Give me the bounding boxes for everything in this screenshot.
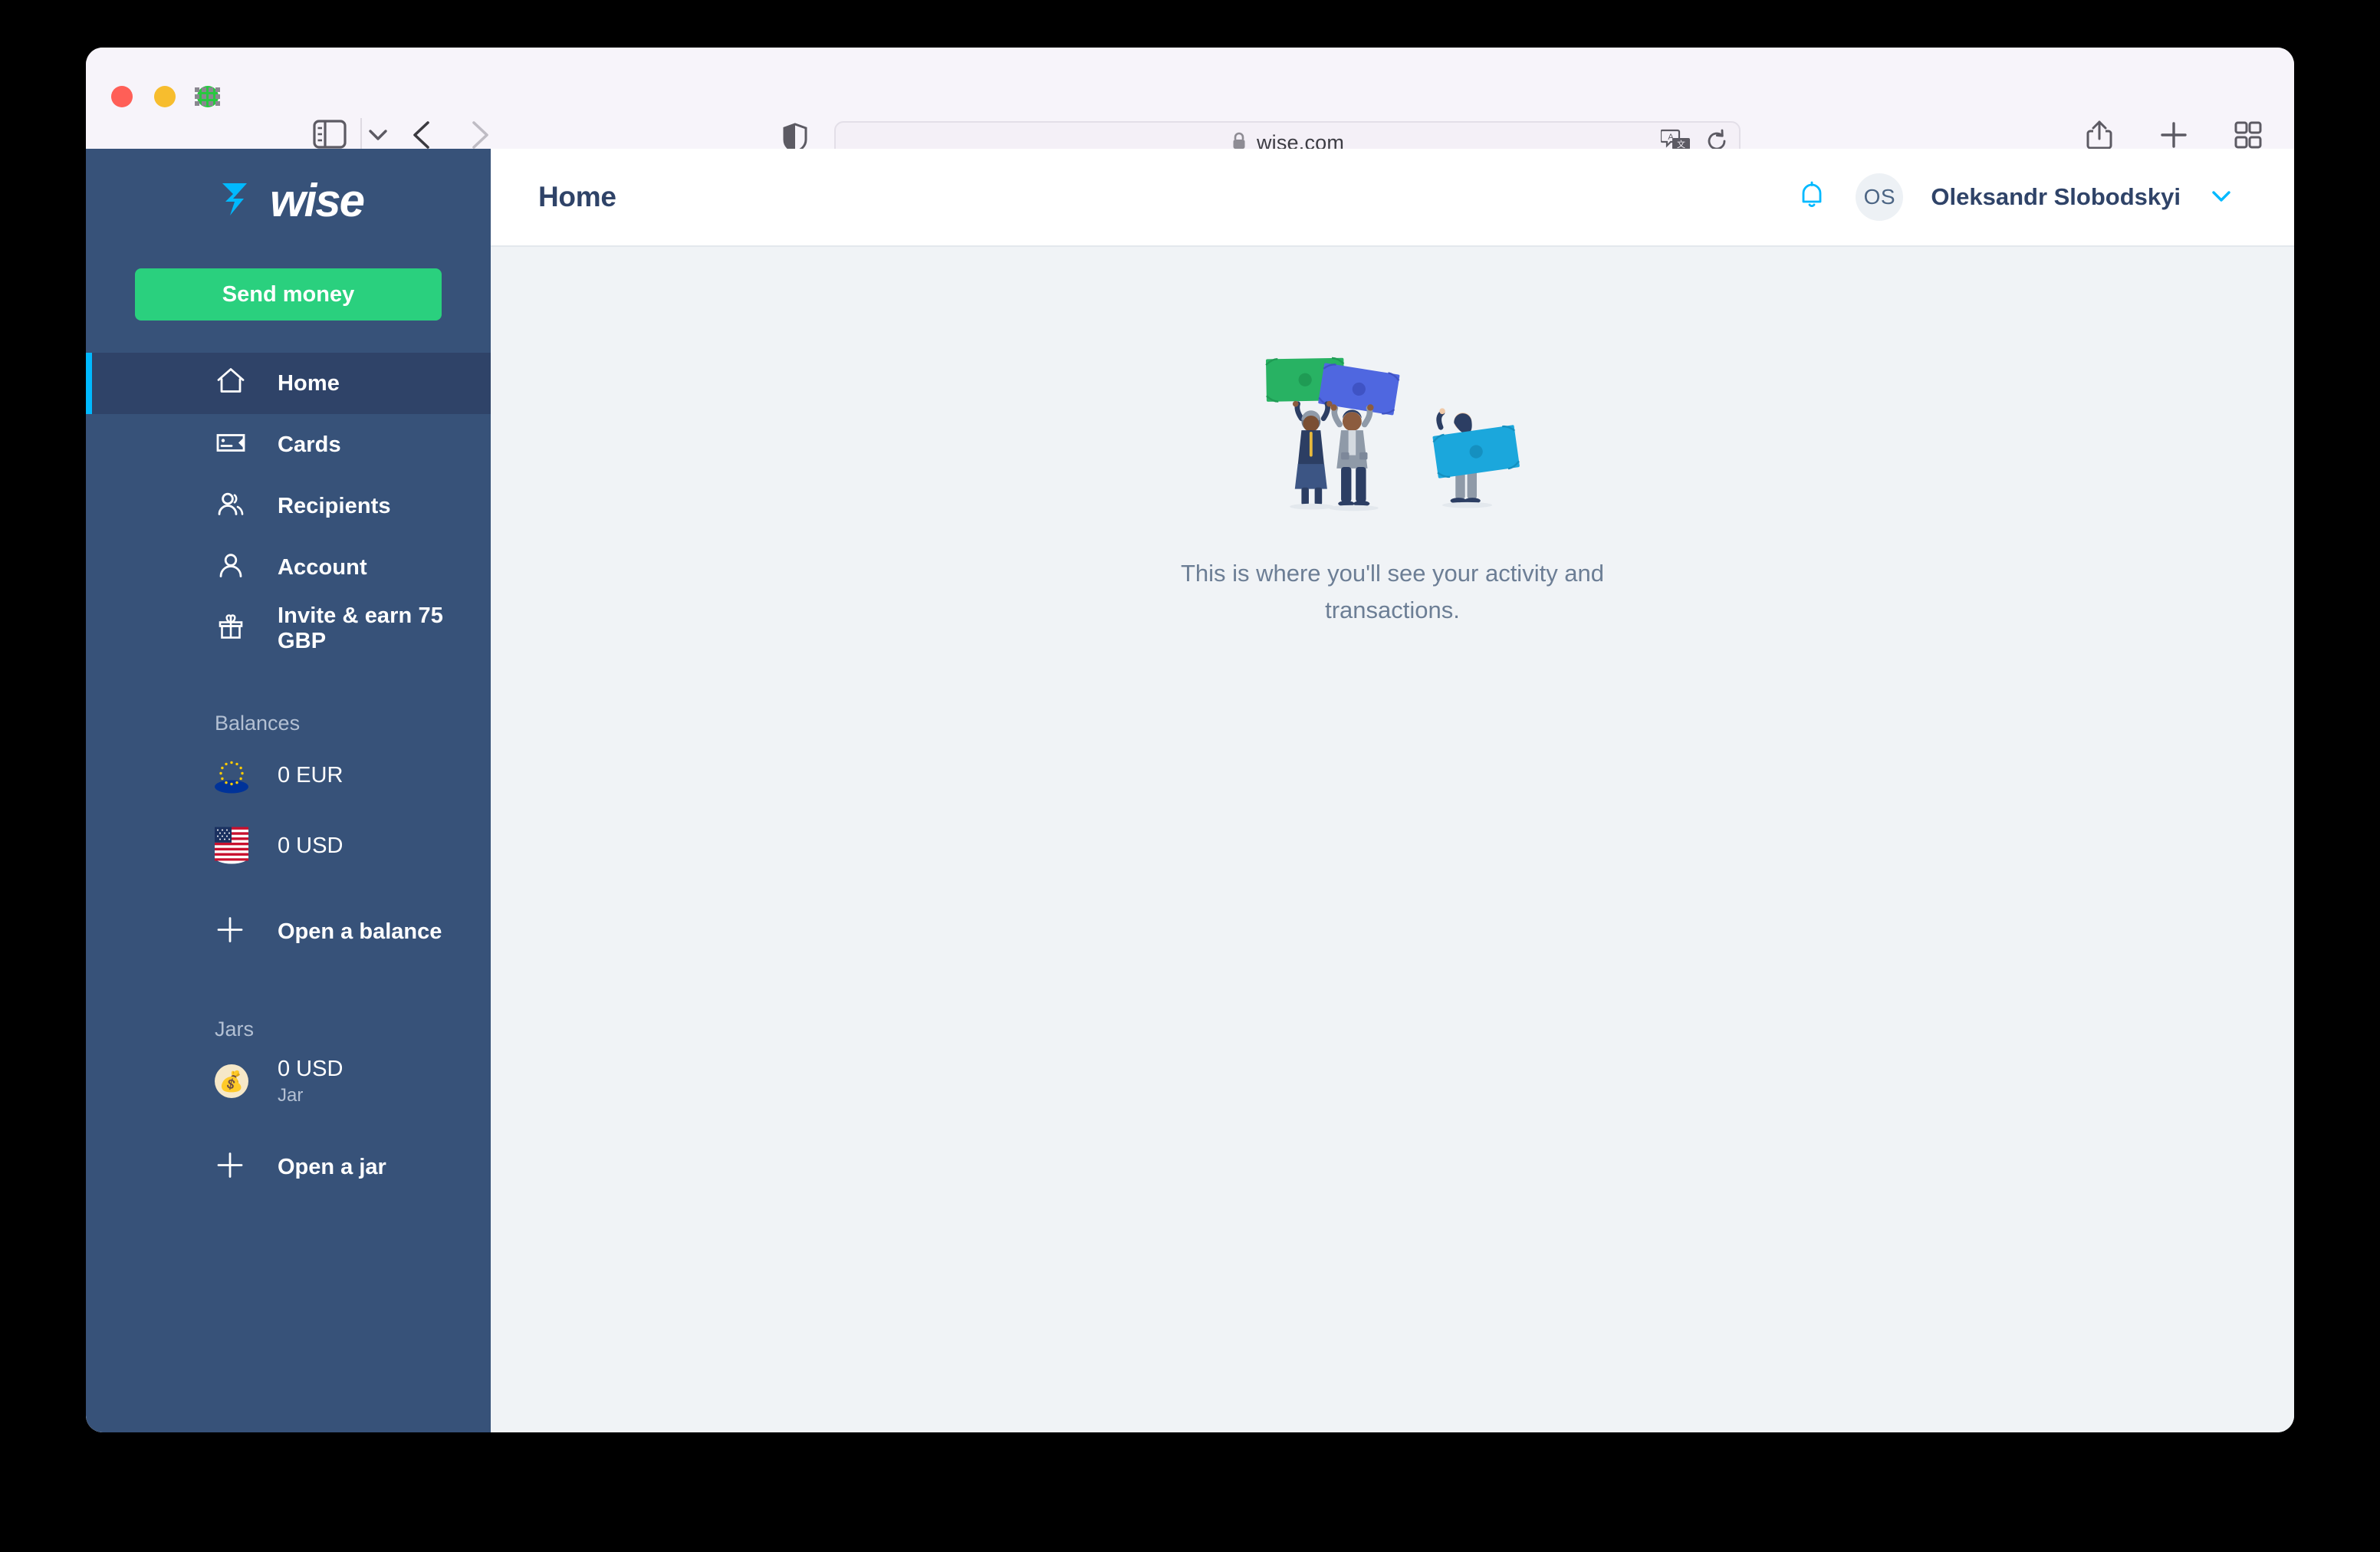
empty-state-text: This is where you'll see your activity a… (1180, 560, 1605, 624)
page-viewport: wise Send money Home Cards Recipients Ac… (86, 149, 2294, 1432)
people-icon (215, 488, 247, 524)
sidebar-item-label: Invite & earn 75 GBP (278, 603, 443, 653)
send-money-button[interactable]: Send money (135, 268, 442, 321)
page-title: Home (538, 181, 616, 212)
app-header: Home OS Oleksandr Slobodskyi (491, 149, 2294, 247)
jar-amount: 0 USD (278, 1056, 344, 1081)
balance-item-usd[interactable]: 0 USD (86, 811, 491, 881)
money-bag-icon: 💰 (215, 1064, 248, 1098)
user-name[interactable]: Oleksandr Slobodskyi (1931, 183, 2181, 211)
sidebar-item-home[interactable]: Home (86, 353, 491, 414)
balance-amount: 0 USD (278, 833, 344, 858)
close-window-button[interactable] (111, 86, 133, 107)
plus-icon (215, 1150, 245, 1185)
notification-bell-icon[interactable] (1796, 179, 1828, 216)
gift-icon (215, 611, 247, 647)
card-icon (215, 427, 247, 463)
sidebar-item-cards[interactable]: Cards (86, 414, 491, 475)
person-icon (215, 550, 247, 586)
browser-window: wise.com A 文 wise Send money Home Cards … (86, 48, 2294, 1432)
balances-section-label: Balances (215, 712, 301, 735)
svg-text:文: 文 (1677, 139, 1685, 150)
jars-section-label: Jars (215, 1018, 255, 1041)
chevron-down-icon[interactable] (2208, 185, 2234, 210)
app-sidebar: wise Send money Home Cards Recipients Ac… (86, 149, 491, 1432)
wise-logo[interactable]: wise (86, 149, 491, 235)
sidebar-item-invite-and-earn[interactable]: Invite & earn 75 GBP (86, 598, 491, 659)
avatar[interactable]: OS (1856, 173, 1904, 221)
toolbar-divider (360, 118, 362, 152)
main-area: Home OS Oleksandr Slobodskyi This is whe… (491, 149, 2294, 1432)
sidebar-item-account[interactable]: Account (86, 537, 491, 598)
plus-icon (215, 915, 245, 949)
favorites-grid-icon[interactable] (195, 87, 221, 111)
activity-empty-state: This is where you'll see your activity a… (491, 247, 2294, 1432)
open-a-balance-label: Open a balance (278, 919, 442, 944)
balance-item-eur[interactable]: 0 EUR (86, 740, 491, 811)
sidebar-item-recipients[interactable]: Recipients (86, 475, 491, 537)
wise-wordmark: wise (269, 174, 365, 226)
balance-amount: 0 EUR (278, 762, 344, 788)
browser-titlebar: wise.com A 文 (86, 48, 2294, 164)
open-a-balance-button[interactable]: Open a balance (86, 898, 491, 965)
chevron-down-icon[interactable] (365, 124, 391, 150)
wise-logo-icon (213, 177, 256, 224)
jar-item[interactable]: 💰 0 USD Jar (86, 1046, 491, 1116)
minimize-window-button[interactable] (154, 86, 176, 107)
open-a-jar-button[interactable]: Open a jar (86, 1133, 491, 1201)
jar-subtitle: Jar (278, 1084, 304, 1106)
eu-flag-icon (215, 757, 248, 794)
home-icon (215, 366, 247, 402)
us-flag-icon (215, 827, 248, 865)
people-holding-banknotes-illustration (1265, 357, 1520, 511)
sidebar-nav: Home Cards Recipients Account Invite & e… (86, 353, 491, 659)
